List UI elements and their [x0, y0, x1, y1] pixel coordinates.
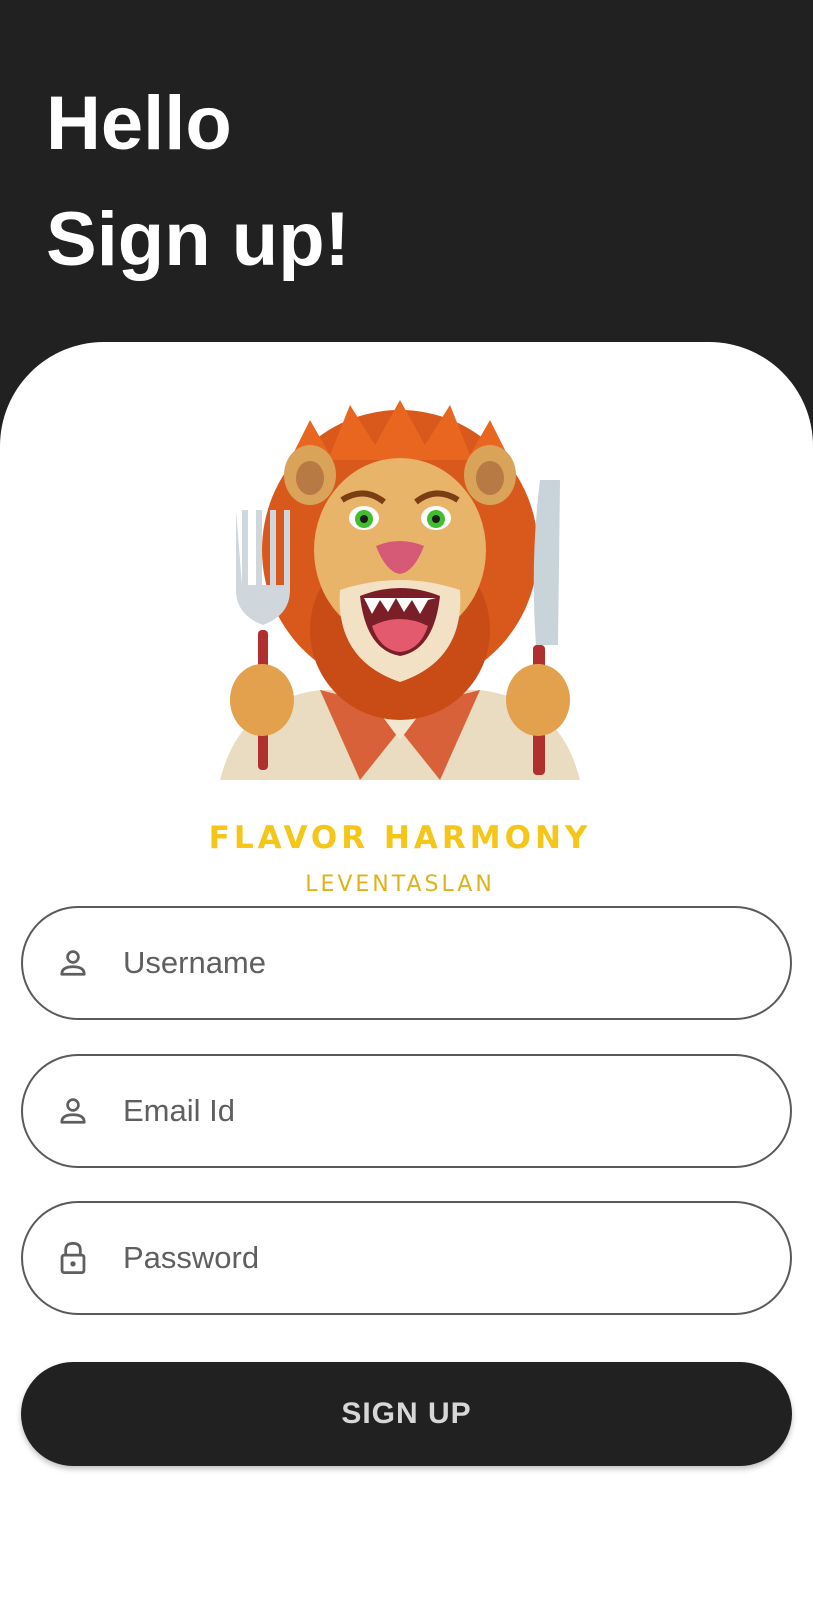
greeting-line-2: Sign up! [46, 197, 350, 282]
email-input[interactable] [123, 1081, 723, 1141]
person-icon [53, 943, 93, 983]
greeting-line-1: Hello [46, 81, 232, 166]
signup-screen: Hello Sign up! FLAVOR HARMONY LEVENTASLA… [0, 0, 813, 1600]
brand-logo: FLAVOR HARMONY LEVENTASLAN [200, 400, 600, 900]
password-field[interactable] [21, 1201, 792, 1315]
brand-name: FLAVOR HARMONY [208, 820, 592, 856]
lion-chef-logo-icon [220, 400, 580, 780]
lock-icon [53, 1238, 93, 1278]
signup-button[interactable]: SIGN UP [21, 1362, 792, 1466]
person-icon [53, 1091, 93, 1131]
greeting-title: Hello Sign up! [46, 66, 350, 298]
brand-subtitle: LEVENTASLAN [305, 872, 495, 897]
username-field[interactable] [21, 906, 792, 1020]
username-input[interactable] [123, 933, 723, 993]
password-input[interactable] [123, 1228, 723, 1288]
email-field[interactable] [21, 1054, 792, 1168]
